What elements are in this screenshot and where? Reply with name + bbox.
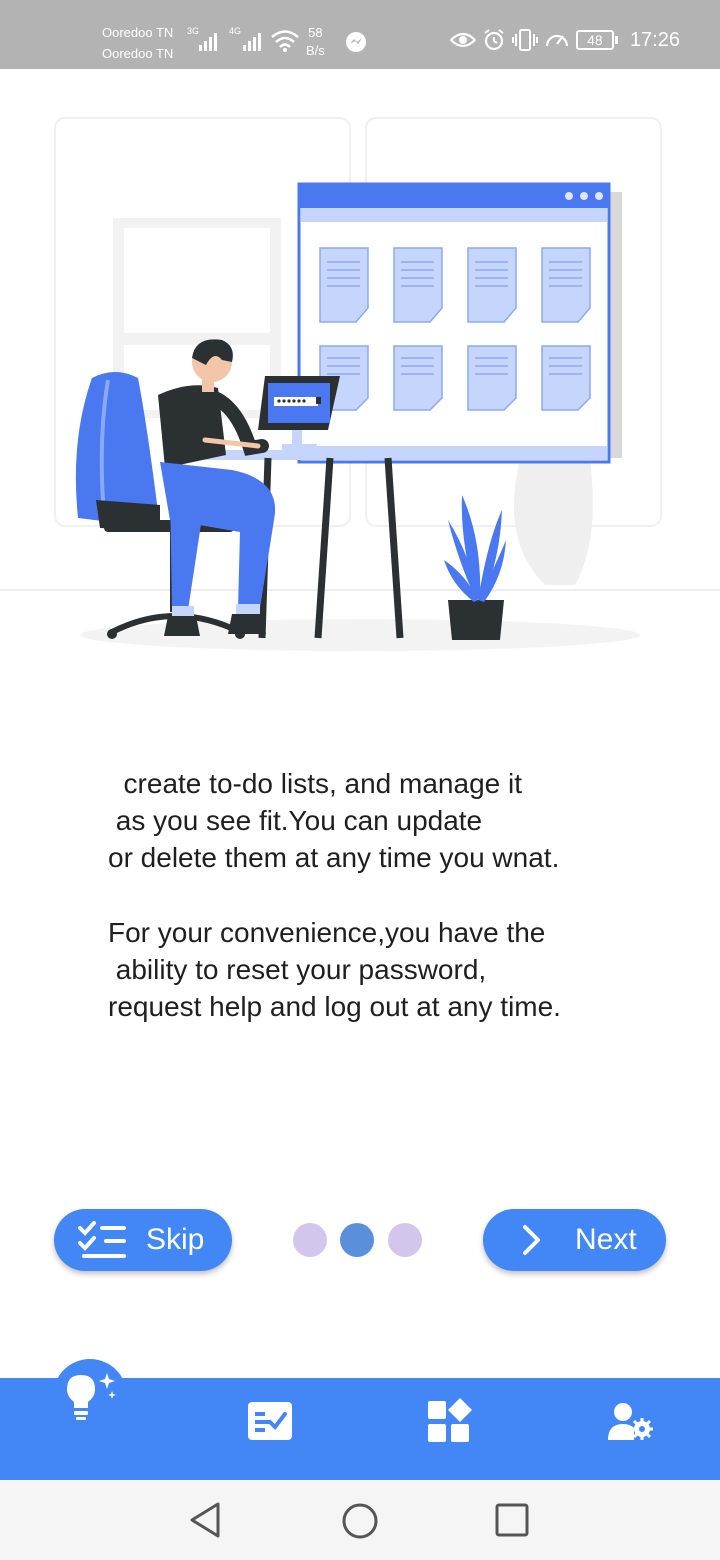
skip-label: Skip — [146, 1223, 205, 1256]
carrier-names: Ooredoo TN Ooredoo TN — [102, 22, 173, 64]
status-icons-right: 48 17:26 — [449, 28, 680, 52]
vibrate-icon — [511, 29, 538, 51]
description-line: as you see fit.You can update — [108, 805, 483, 836]
description-line: or delete them at any time you wnat. — [108, 842, 560, 873]
recents-icon[interactable] — [494, 1502, 530, 1538]
carrier-2: Ooredoo TN — [102, 46, 174, 61]
battery-level: 48 — [575, 30, 614, 50]
next-label: Next — [575, 1223, 637, 1256]
status-bar: Ooredoo TN Ooredoo TN 3G 4G 58 B/s 48 17… — [0, 0, 720, 69]
description-line: create to-do lists, and manage it — [108, 768, 522, 799]
messenger-icon — [346, 32, 366, 52]
wifi-icon — [271, 30, 299, 52]
net-type-2: 4G — [229, 26, 242, 36]
speed-value: 58 — [308, 25, 323, 40]
signal-icon — [243, 33, 261, 51]
skip-button[interactable]: Skip — [54, 1209, 232, 1271]
network-speed: 58 B/s — [306, 24, 325, 60]
description-line: For your convenience,you have the — [108, 917, 546, 948]
home-icon[interactable] — [341, 1502, 379, 1540]
battery-icon: 48 — [575, 30, 618, 50]
carrier-1: Ooredoo TN — [102, 25, 174, 40]
page-dot[interactable] — [293, 1223, 327, 1257]
nav-item-tips[interactable] — [53, 1359, 127, 1433]
onboarding-illustration — [0, 117, 720, 651]
clock: 17:26 — [629, 28, 680, 51]
next-button[interactable]: Next — [483, 1209, 666, 1271]
tasks-icon[interactable] — [248, 1400, 292, 1442]
description-line: request help and log out at any time. — [108, 991, 561, 1022]
signal-icon — [199, 33, 217, 51]
lightbulb-icon — [67, 1373, 116, 1420]
user-settings-icon[interactable] — [606, 1402, 656, 1442]
apps-icon[interactable] — [426, 1398, 476, 1446]
eye-icon — [449, 32, 476, 48]
chevron-right-icon — [523, 1225, 540, 1255]
back-icon[interactable] — [188, 1500, 224, 1540]
system-navigation-bar — [0, 1480, 720, 1560]
onboarding-description: create to-do lists, and manage it as you… — [0, 765, 720, 1025]
page-dot-active[interactable] — [340, 1223, 374, 1257]
speedometer-icon — [545, 34, 569, 47]
checklist-icon — [78, 1221, 126, 1258]
page-dot[interactable] — [388, 1223, 422, 1257]
alarm-icon — [484, 29, 504, 51]
speed-unit: B/s — [306, 43, 325, 58]
description-line: ability to reset your password, — [108, 954, 487, 985]
